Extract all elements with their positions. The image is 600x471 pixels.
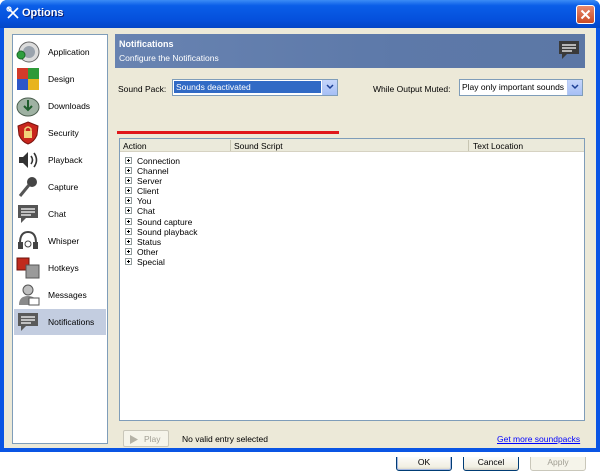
output-muted-value: Play only important sounds [462,82,565,92]
options-window: Options Application Design Downloads Sec… [0,0,600,471]
sidebar-item-label: Chat [48,209,66,219]
security-icon [16,121,40,145]
expand-icon[interactable] [125,197,132,204]
notifications-icon [16,310,40,334]
output-muted-select[interactable]: Play only important sounds [459,79,583,96]
sidebar-item-label: Downloads [48,101,91,111]
sidebar-item-chat[interactable]: Chat [14,201,106,227]
sidebar-item-messages[interactable]: Messages [14,282,106,308]
sidebar-item-label: Design [48,74,75,84]
speaker-icon [16,148,40,172]
column-header-action[interactable]: Action [123,141,147,151]
tools-icon [6,6,20,20]
expand-icon[interactable] [125,258,132,265]
sound-pack-underline [117,131,339,134]
sidebar-item-label: Messages [48,290,87,300]
sidebar-item-hotkeys[interactable]: Hotkeys [14,255,106,281]
microphone-icon [16,175,40,199]
close-icon [580,9,591,20]
play-icon [130,435,138,444]
tree-item-label: Chat [137,206,155,216]
sidebar-item-design[interactable]: Design [14,66,106,92]
panel-title: Notifications [119,39,174,49]
window-title: Options [22,7,64,19]
messages-icon [16,283,40,307]
sidebar-item-security[interactable]: Security [14,120,106,146]
get-more-soundpacks-link[interactable]: Get more soundpacks [497,434,580,444]
notifications-table[interactable]: Action Sound Script Text Location Connec… [119,138,585,421]
play-button-label: Play [144,434,161,444]
sidebar-item-label: Whisper [48,236,80,246]
title-bar[interactable]: Options [0,0,600,28]
chat-icon [16,202,40,226]
selection-status: No valid entry selected [182,434,268,444]
panel-subtitle: Configure the Notifications [119,53,219,63]
expand-icon[interactable] [125,187,132,194]
tree-item-label: Sound capture [137,217,193,227]
sidebar-item-notifications[interactable]: Notifications [14,309,106,335]
column-divider[interactable] [230,140,231,151]
desktop-strip [0,452,600,457]
sound-pack-value: Sounds deactivated [174,81,321,93]
chevron-down-icon[interactable] [567,80,582,95]
column-header-sound-script[interactable]: Sound Script [234,141,283,151]
sidebar-item-whisper[interactable]: Whisper [14,228,106,254]
sidebar-item-label: Capture [48,182,79,192]
sound-pack-select[interactable]: Sounds deactivated [172,79,338,96]
application-icon [16,40,40,64]
output-muted-label: While Output Muted: [373,84,451,94]
tree-item-label: You [137,196,152,206]
sidebar: Application Design Downloads Security Pl… [12,34,108,444]
dialog-body: Application Design Downloads Security Pl… [4,28,596,471]
sidebar-item-playback[interactable]: Playback [14,147,106,173]
close-button[interactable] [576,5,595,24]
sidebar-item-label: Playback [48,155,83,165]
tree-item-label: Server [137,176,163,186]
play-button[interactable]: Play [123,430,169,447]
column-header-text-location[interactable]: Text Location [473,141,523,151]
expand-icon[interactable] [125,238,132,245]
sidebar-item-downloads[interactable]: Downloads [14,93,106,119]
headset-icon [16,229,40,253]
expand-icon[interactable] [125,248,132,255]
sidebar-item-capture[interactable]: Capture [14,174,106,200]
expand-icon[interactable] [125,207,132,214]
sidebar-item-label: Hotkeys [48,263,79,273]
tree-item-label: Channel [137,166,169,176]
downloads-icon [16,94,40,118]
notifications-panel: Notifications Configure the Notification… [115,34,585,447]
design-icon [16,67,40,91]
expand-icon[interactable] [125,157,132,164]
expand-icon[interactable] [125,228,132,235]
sound-pack-label: Sound Pack: [118,84,167,94]
hotkeys-icon [16,256,40,280]
column-divider[interactable] [468,140,469,151]
sidebar-item-application[interactable]: Application [14,39,106,65]
tree-item-label: Sound playback [137,227,198,237]
tree-item-label: Special [137,257,165,267]
table-header: Action Sound Script Text Location [120,139,584,152]
expand-icon[interactable] [125,167,132,174]
tree-item-label: Client [137,186,159,196]
sidebar-item-label: Security [48,128,79,138]
chevron-down-icon[interactable] [322,80,337,95]
expand-icon[interactable] [125,177,132,184]
panel-header: Notifications Configure the Notification… [115,34,585,68]
sidebar-item-label: Application [48,47,90,57]
sidebar-item-label: Notifications [48,317,95,327]
expand-icon[interactable] [125,218,132,225]
notifications-icon [557,38,581,62]
tree-item-label: Other [137,247,159,257]
tree-item-label: Connection [137,156,181,166]
tree-item-label: Status [137,237,162,247]
